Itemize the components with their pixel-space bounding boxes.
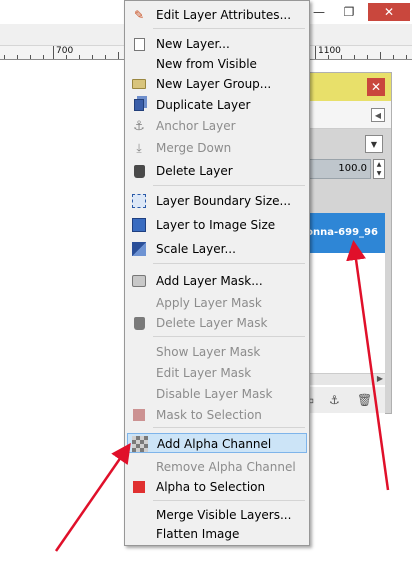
menu-item-label: Disable Layer Mask — [156, 387, 273, 401]
menu-item-new-layer[interactable]: New Layer... — [127, 34, 307, 54]
menu-item-edit-layer-mask[interactable]: Edit Layer Mask — [127, 363, 307, 383]
menu-separator — [153, 500, 305, 501]
menu-item-label: Flatten Image — [156, 527, 240, 541]
ruler-label-700: 700 — [56, 46, 74, 56]
layers-horizontal-scrollbar[interactable]: ▶ — [299, 373, 385, 385]
menu-item-label: Apply Layer Mask — [156, 296, 262, 310]
menu-item-mask-to-selection[interactable]: Mask to Selection — [127, 405, 307, 425]
menu-separator — [153, 185, 305, 186]
menu-item-merge-visible-layers[interactable]: Merge Visible Layers... — [127, 505, 307, 525]
menu-item-label: Layer to Image Size — [156, 218, 276, 232]
menu-item-apply-layer-mask[interactable]: Apply Layer Mask — [127, 293, 307, 313]
anchor-layer-button-icon[interactable]: ⚓ — [329, 393, 340, 407]
selected-layer-row[interactable]: donna-699_96 — [299, 213, 385, 253]
layers-dialog-tabbar: ◀ — [299, 101, 391, 129]
menu-item-label: Edit Layer Mask — [156, 366, 252, 380]
maximize-button[interactable]: ❐ — [335, 3, 363, 21]
menu-item-add-alpha-channel[interactable]: Add Alpha Channel — [127, 433, 307, 453]
menu-item-disable-layer-mask[interactable]: Disable Layer Mask — [127, 384, 307, 404]
menu-item-scale-layer[interactable]: Scale Layer... — [127, 239, 307, 259]
menu-item-label: New Layer... — [156, 37, 230, 51]
scale-icon — [131, 241, 147, 257]
delete-layer-button-icon[interactable]: 🗑 — [357, 393, 372, 407]
layers-dialog-header: ✕ — [299, 73, 391, 101]
layers-dialog: ✕ ◀ ▼ 100.0 ▲▼ donna-699_96 ▶ ▭ ⚓ 🗑 — [298, 72, 392, 443]
menu-item-label: Delete Layer — [156, 164, 233, 178]
menu-item-label: Merge Down — [156, 141, 232, 155]
ruler-label-1100: 1100 — [318, 46, 341, 56]
menu-item-new-from-visible[interactable]: New from Visible — [127, 54, 307, 74]
menu-item-new-layer-group[interactable]: New Layer Group... — [127, 74, 307, 94]
menu-separator — [153, 263, 305, 264]
menu-item-label: Scale Layer... — [156, 242, 236, 256]
new-layer-icon — [131, 36, 147, 52]
layer-mask-icon — [131, 273, 147, 289]
layers-list[interactable] — [299, 253, 385, 443]
menu-item-label: Show Layer Mask — [156, 345, 261, 359]
menu-item-label: Alpha to Selection — [156, 480, 266, 494]
menu-item-label: New Layer Group... — [156, 77, 272, 91]
folder-icon — [131, 76, 147, 92]
trash-icon — [131, 315, 147, 331]
layer-context-menu: ✎ Edit Layer Attributes... New Layer... … — [124, 0, 310, 546]
menu-item-add-layer-mask[interactable]: Add Layer Mask... — [127, 271, 307, 291]
layer-boundary-icon — [131, 193, 147, 209]
layers-bottom-toolbar: ▭ ⚓ 🗑 — [299, 387, 385, 413]
layer-to-image-icon — [131, 217, 147, 233]
menu-item-label: Add Layer Mask... — [156, 274, 263, 288]
mask-selection-icon — [131, 407, 147, 423]
menu-item-label: Merge Visible Layers... — [156, 508, 292, 522]
tab-menu-icon[interactable]: ◀ — [371, 108, 385, 122]
layers-dialog-close-button[interactable]: ✕ — [367, 78, 385, 96]
menu-item-anchor-layer[interactable]: ⚓ Anchor Layer — [127, 116, 307, 136]
duplicate-icon — [131, 97, 147, 113]
menu-item-layer-boundary-size[interactable]: Layer Boundary Size... — [127, 191, 307, 211]
alpha-selection-icon — [131, 479, 147, 495]
menu-item-delete-layer[interactable]: Delete Layer — [127, 161, 307, 181]
menu-item-delete-layer-mask[interactable]: Delete Layer Mask — [127, 313, 307, 333]
menu-separator — [153, 336, 305, 337]
menu-item-show-layer-mask[interactable]: Show Layer Mask — [127, 342, 307, 362]
trash-icon — [131, 163, 147, 179]
menu-item-layer-to-image-size[interactable]: Layer to Image Size — [127, 215, 307, 235]
menu-item-duplicate-layer[interactable]: Duplicate Layer — [127, 95, 307, 115]
menu-item-label: Delete Layer Mask — [156, 316, 268, 330]
menu-item-merge-down[interactable]: ⤓ Merge Down — [127, 138, 307, 158]
merge-down-icon: ⤓ — [136, 140, 142, 155]
menu-item-label: Layer Boundary Size... — [156, 194, 291, 208]
alpha-channel-icon — [132, 436, 148, 452]
menu-item-remove-alpha-channel[interactable]: Remove Alpha Channel — [127, 457, 307, 477]
opacity-spinner[interactable]: ▲ ▼ — [373, 159, 385, 179]
menu-item-label: Anchor Layer — [156, 119, 236, 133]
edit-icon: ✎ — [133, 8, 145, 22]
menu-separator — [153, 427, 305, 428]
mode-dropdown-chevron-icon[interactable]: ▼ — [365, 135, 383, 153]
close-button[interactable]: ✕ — [368, 3, 410, 21]
anchor-icon: ⚓ — [133, 118, 145, 134]
menu-item-label: Edit Layer Attributes... — [156, 8, 292, 22]
menu-item-label: New from Visible — [156, 57, 257, 71]
menu-item-label: Remove Alpha Channel — [156, 460, 296, 474]
layer-name: donna-699_96 — [299, 227, 378, 238]
menu-separator — [153, 28, 305, 29]
menu-item-label: Mask to Selection — [156, 408, 262, 422]
menu-item-alpha-to-selection[interactable]: Alpha to Selection — [127, 477, 307, 497]
menu-item-flatten-image[interactable]: Flatten Image — [127, 524, 307, 544]
menu-item-label: Duplicate Layer — [156, 98, 251, 112]
menu-item-edit-layer-attributes[interactable]: ✎ Edit Layer Attributes... — [127, 5, 307, 25]
menu-item-label: Add Alpha Channel — [157, 437, 272, 451]
